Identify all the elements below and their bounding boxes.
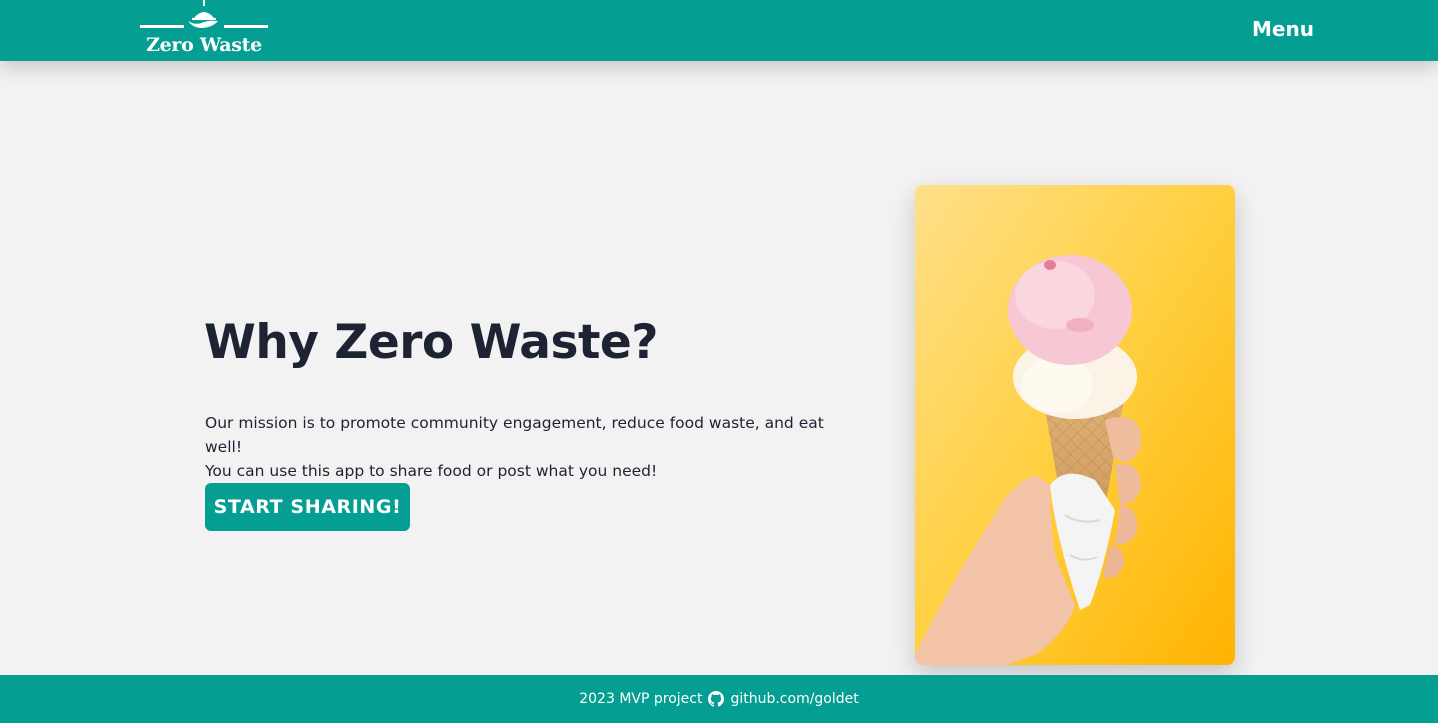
mission-line-1: Our mission is to promote community enga… <box>205 414 824 456</box>
menu-button[interactable]: Menu <box>1243 15 1323 43</box>
footer: 2023 MVP project github.com/goldet <box>0 675 1438 723</box>
logo-emblem-icon <box>140 0 268 28</box>
start-sharing-button[interactable]: START SHARING! <box>205 483 410 531</box>
footer-project-text: 2023 MVP project <box>579 691 703 707</box>
ice-cream-illustration <box>915 185 1235 665</box>
ice-cream-image <box>915 185 1235 665</box>
top-navbar: Zero Waste Menu <box>0 0 1438 61</box>
zero-waste-logo[interactable]: Zero Waste <box>138 0 270 58</box>
mission-description: Our mission is to promote community enga… <box>205 411 865 483</box>
page-title: Why Zero Waste? <box>204 315 659 370</box>
github-icon <box>708 691 725 707</box>
github-link-text[interactable]: github.com/goldet <box>730 691 858 707</box>
mission-line-2: You can use this app to share food or po… <box>205 462 658 480</box>
github-link[interactable]: github.com/goldet <box>708 691 859 707</box>
logo-text: Zero Waste <box>146 34 262 56</box>
